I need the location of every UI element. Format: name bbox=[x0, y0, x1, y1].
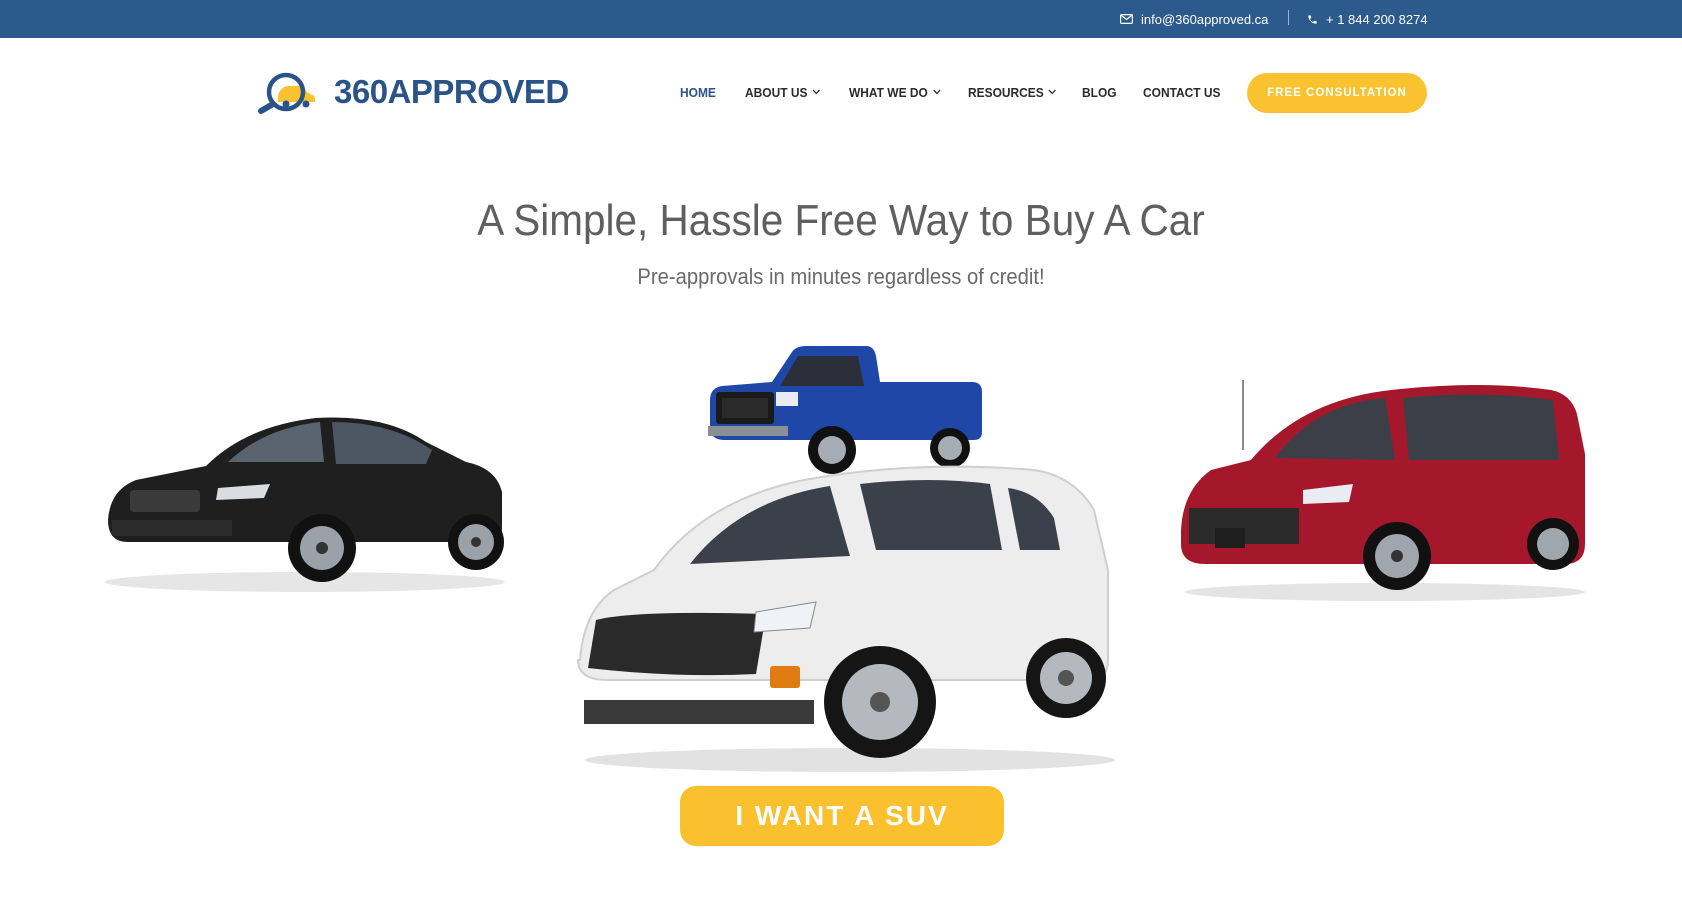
nav-home[interactable]: HOME bbox=[680, 80, 716, 104]
nav-resources[interactable]: RESOURCES bbox=[968, 80, 1057, 104]
phone-link[interactable]: + 1 844 200 8274 bbox=[1307, 0, 1428, 38]
phone-text: + 1 844 200 8274 bbox=[1326, 11, 1428, 27]
envelope-icon bbox=[1120, 14, 1133, 24]
site-logo[interactable]: 360APPROVED bbox=[256, 70, 569, 114]
brand-name: 360APPROVED bbox=[334, 73, 569, 110]
email-text: info@360approved.ca bbox=[1141, 11, 1269, 27]
nav-about-us-label: ABOUT US bbox=[745, 84, 808, 100]
contact-divider bbox=[1288, 10, 1289, 25]
chevron-down-icon bbox=[932, 89, 941, 95]
nav-blog-label: BLOG bbox=[1082, 84, 1117, 100]
top-contact-bar: info@360approved.ca + 1 844 200 8274 bbox=[0, 0, 1682, 38]
free-consultation-button[interactable]: FREE CONSULTATION bbox=[1247, 73, 1427, 113]
phone-icon bbox=[1308, 14, 1317, 24]
nav-blog[interactable]: BLOG bbox=[1082, 80, 1117, 104]
pickup-truck-image bbox=[708, 346, 982, 474]
nav-contact-us[interactable]: CONTACT US bbox=[1143, 80, 1221, 104]
hero-title: A Simple, Hassle Free Way to Buy A Car bbox=[477, 196, 1205, 245]
magnifier-car-logo bbox=[258, 72, 315, 114]
nav-home-label: HOME bbox=[680, 84, 716, 100]
chevron-down-icon bbox=[812, 89, 820, 95]
nav-contact-us-label: CONTACT US bbox=[1143, 84, 1221, 100]
want-suv-button[interactable]: I WANT A SUV bbox=[680, 786, 1004, 846]
nav-about-us[interactable]: ABOUT US bbox=[745, 80, 820, 104]
minivan-image bbox=[1181, 380, 1585, 601]
suv-image bbox=[576, 465, 1115, 772]
sedan-image bbox=[105, 417, 505, 592]
nav-resources-label: RESOURCES bbox=[968, 84, 1044, 100]
chevron-down-icon bbox=[1048, 89, 1057, 95]
email-link[interactable]: info@360approved.ca bbox=[1120, 0, 1268, 38]
nav-what-we-do[interactable]: WHAT WE DO bbox=[849, 80, 941, 104]
hero-subtitle: Pre-approvals in minutes regardless of c… bbox=[637, 264, 1045, 289]
nav-what-we-do-label: WHAT WE DO bbox=[849, 84, 928, 100]
